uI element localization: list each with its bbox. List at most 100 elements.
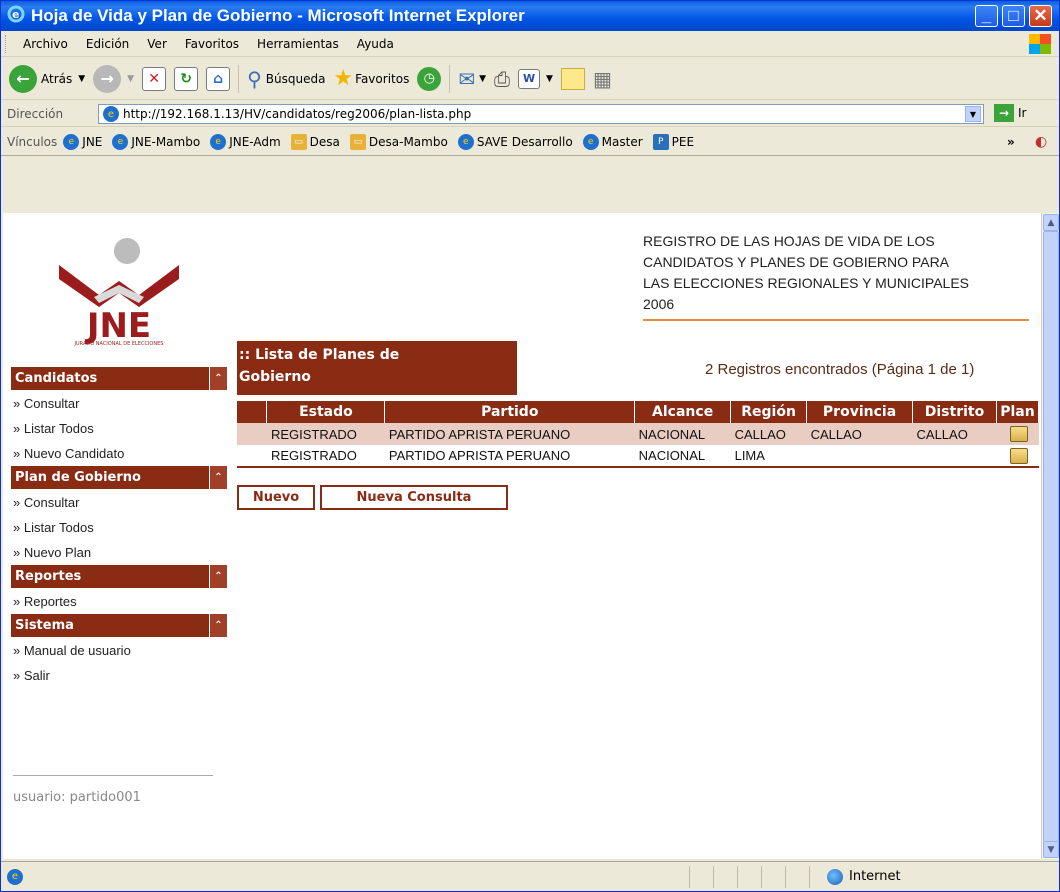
home-button[interactable]: ⌂ xyxy=(206,66,231,91)
history-button[interactable]: ◷ xyxy=(417,66,442,91)
cell-region: LIMA xyxy=(730,445,807,468)
link-desa[interactable]: ▭ Desa xyxy=(290,133,340,150)
link-jne[interactable]: e JNE xyxy=(63,133,102,150)
links-label: Vínculos xyxy=(7,134,58,149)
menu-archivo[interactable]: Archivo xyxy=(14,37,77,51)
menu-favoritos[interactable]: Favoritos xyxy=(176,37,248,51)
section-title: Plan de Gobierno xyxy=(15,470,141,485)
cell-plan xyxy=(996,423,1039,445)
status-divider xyxy=(737,866,738,888)
address-url[interactable]: http://192.168.1.13/HV/candidatos/reg200… xyxy=(123,107,471,121)
table-row[interactable]: REGISTRADO PARTIDO APRISTA PERUANO NACIO… xyxy=(237,445,1039,468)
menu-bar: Archivo Edición Ver Favoritos Herramient… xyxy=(1,31,1059,57)
print-button[interactable]: ⎙ xyxy=(494,67,510,91)
cell-provincia xyxy=(806,445,913,468)
sidebar-item-reportes[interactable]: » Reportes xyxy=(11,589,227,614)
history-icon: ◷ xyxy=(417,66,442,91)
chevron-down-icon[interactable]: ▼ xyxy=(965,106,981,122)
go-button[interactable]: → Ir xyxy=(994,104,1026,122)
close-button[interactable]: ✕ xyxy=(1029,5,1052,27)
collapse-icon[interactable]: ⌃ xyxy=(209,367,227,390)
menu-herramientas[interactable]: Herramientas xyxy=(248,37,348,51)
word-icon: W xyxy=(518,68,541,89)
window-title: Hoja de Vida y Plan de Gobierno - Micros… xyxy=(31,6,525,25)
sidebar-item-consultar[interactable]: » Consultar xyxy=(11,391,227,416)
link-master[interactable]: e Master xyxy=(582,133,643,150)
refresh-button[interactable]: ↻ xyxy=(174,66,199,91)
sidebar-item-nuevo-plan[interactable]: » Nuevo Plan xyxy=(11,540,227,565)
globe-icon xyxy=(827,869,843,885)
column-header-estado: Estado xyxy=(266,401,386,423)
folder-icon: ▭ xyxy=(290,133,307,150)
discuss-button[interactable] xyxy=(560,67,585,90)
vertical-scrollbar[interactable]: ▲ ▼ xyxy=(1041,213,1059,859)
page-content: JNE JURADO NACIONAL DE ELECCIONES REGIST… xyxy=(3,213,1041,859)
open-plan-icon[interactable] xyxy=(1010,426,1029,442)
favorites-button[interactable]: ★ Favoritos xyxy=(333,66,409,91)
plugin-icon[interactable]: ◐ xyxy=(1035,134,1047,150)
scroll-thumb[interactable] xyxy=(1043,231,1059,842)
page-icon: e xyxy=(210,133,227,150)
chevron-down-icon[interactable]: ▼ xyxy=(78,74,85,84)
menu-edicion[interactable]: Edición xyxy=(77,37,138,51)
minimize-button[interactable]: _ xyxy=(975,5,998,27)
sidebar-item-listar-todos[interactable]: » Listar Todos xyxy=(11,416,227,441)
stop-button[interactable]: ✕ xyxy=(142,66,167,91)
toolbar-separator xyxy=(449,64,451,93)
section-title: Sistema xyxy=(15,618,74,633)
chevron-down-icon[interactable]: ▼ xyxy=(479,74,486,84)
mail-button[interactable]: ✉ ▼ xyxy=(458,67,486,91)
menu-ver[interactable]: Ver xyxy=(138,37,176,51)
system-title-line: REGISTRO DE LAS HOJAS DE VIDA DE LOS xyxy=(643,233,935,249)
sidebar-section-candidatos[interactable]: Candidatos ⌃ xyxy=(11,367,227,391)
link-jne-adm[interactable]: e JNE-Adm xyxy=(210,133,281,150)
section-title: Candidatos xyxy=(15,371,98,386)
cell-partido: PARTIDO APRISTA PERUANO xyxy=(384,423,635,445)
new-button[interactable]: Nuevo xyxy=(237,485,315,510)
open-plan-icon[interactable] xyxy=(1010,447,1029,464)
sidebar-item-manual[interactable]: » Manual de usuario xyxy=(11,638,227,663)
more-links-icon[interactable]: » xyxy=(1007,135,1015,149)
page-icon: e xyxy=(112,133,129,150)
cell-distrito xyxy=(912,445,997,468)
sidebar-item-consultar-plan[interactable]: » Consultar xyxy=(11,490,227,515)
system-title-line: CANDIDATOS Y PLANES DE GOBIERNO PARA xyxy=(643,254,950,270)
refresh-icon: ↻ xyxy=(174,66,199,91)
new-query-button[interactable]: Nueva Consulta xyxy=(320,485,508,510)
back-button[interactable]: ← Atrás ▼ xyxy=(9,64,85,93)
status-divider xyxy=(689,866,690,888)
row-spacer xyxy=(237,423,267,445)
search-button[interactable]: ⚲ Búsqueda xyxy=(247,67,325,91)
sidebar-item-listar-todos-plan[interactable]: » Listar Todos xyxy=(11,515,227,540)
sidebar-item-nuevo-candidato[interactable]: » Nuevo Candidato xyxy=(11,441,227,466)
page-icon: e xyxy=(103,106,119,122)
address-input[interactable]: e http://192.168.1.13/HV/candidatos/reg2… xyxy=(98,104,984,124)
address-label: Dirección xyxy=(7,106,64,121)
link-desa-mambo[interactable]: ▭ Desa-Mambo xyxy=(349,133,448,150)
messenger-button[interactable]: ▦ xyxy=(593,67,612,91)
forward-button[interactable]: → ▼ xyxy=(93,64,134,93)
sidebar-section-sistema[interactable]: Sistema ⌃ xyxy=(11,614,227,638)
column-header-provincia: Provincia xyxy=(806,401,914,423)
link-jne-mambo[interactable]: e JNE-Mambo xyxy=(112,133,200,150)
sidebar-section-plan-gobierno[interactable]: Plan de Gobierno ⌃ xyxy=(11,466,227,490)
collapse-icon[interactable]: ⌃ xyxy=(209,565,227,588)
menu-ayuda[interactable]: Ayuda xyxy=(348,37,403,51)
table-row[interactable]: REGISTRADO PARTIDO APRISTA PERUANO NACIO… xyxy=(237,423,1039,445)
scroll-down-icon[interactable]: ▼ xyxy=(1043,841,1059,858)
collapse-icon[interactable]: ⌃ xyxy=(209,614,227,637)
sidebar-section-reportes[interactable]: Reportes ⌃ xyxy=(11,565,227,589)
list-title-line: Gobierno xyxy=(239,369,311,385)
windows-flag-icon xyxy=(1029,34,1051,54)
link-save-desarrollo[interactable]: e SAVE Desarrollo xyxy=(457,133,573,150)
edit-button[interactable]: W ▼ xyxy=(518,68,553,89)
page-icon: e xyxy=(582,133,599,150)
link-pee[interactable]: P PEE xyxy=(652,133,694,150)
chevron-down-icon[interactable]: ▼ xyxy=(127,74,134,84)
maximize-button[interactable]: □ xyxy=(1002,5,1025,27)
menu-grip xyxy=(5,34,8,53)
chevron-down-icon[interactable]: ▼ xyxy=(546,74,553,84)
collapse-icon[interactable]: ⌃ xyxy=(209,466,227,489)
sidebar-item-salir[interactable]: » Salir xyxy=(11,663,227,688)
scroll-up-icon[interactable]: ▲ xyxy=(1043,214,1059,231)
